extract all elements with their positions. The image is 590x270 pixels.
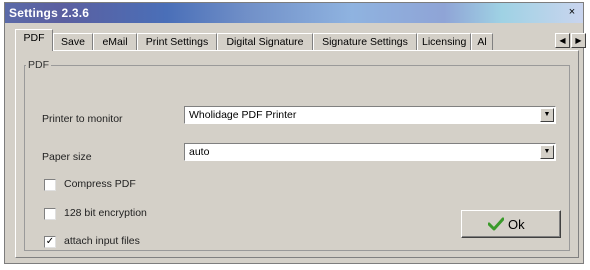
settings-window: Settings 2.3.6 × PDF Save eMail Print Se… — [4, 2, 586, 264]
tab-scroll-right-icon[interactable]: ▶ — [571, 33, 586, 48]
tab-scroll-left-icon[interactable]: ◀ — [555, 33, 570, 48]
printer-value: Wholidage PDF Printer — [189, 109, 297, 121]
chevron-down-icon[interactable]: ▼ — [540, 145, 554, 159]
tab-print-settings[interactable]: Print Settings — [137, 33, 217, 50]
tab-signature-settings[interactable]: Signature Settings — [313, 33, 417, 50]
tab-pdf[interactable]: PDF — [15, 29, 53, 51]
close-icon[interactable]: × — [565, 6, 579, 19]
paper-size-select[interactable]: auto ▼ — [184, 143, 556, 161]
ok-label: Ok — [508, 217, 525, 232]
encryption-label: 128 bit encryption — [64, 207, 147, 219]
tab-licensing[interactable]: Licensing — [417, 33, 471, 50]
tab-save[interactable]: Save — [53, 33, 93, 50]
checkmark-icon — [488, 217, 504, 231]
printer-select[interactable]: Wholidage PDF Printer ▼ — [184, 106, 556, 124]
compress-pdf-label: Compress PDF — [64, 178, 136, 190]
window-title: Settings 2.3.6 — [9, 6, 90, 20]
group-label: PDF — [26, 59, 51, 71]
attach-files-label: attach input files — [64, 235, 140, 247]
encryption-checkbox[interactable] — [44, 208, 56, 220]
tab-al[interactable]: Al — [471, 33, 493, 50]
paper-size-value: auto — [189, 146, 210, 158]
title-bar[interactable]: Settings 2.3.6 × — [5, 3, 583, 23]
attach-files-checkbox[interactable]: ✓ — [44, 236, 56, 248]
tab-strip: PDF Save eMail Print Settings Digital Si… — [15, 29, 586, 51]
chevron-down-icon[interactable]: ▼ — [540, 108, 554, 122]
printer-label: Printer to monitor — [42, 113, 123, 125]
tab-email[interactable]: eMail — [93, 33, 137, 50]
paper-size-label: Paper size — [42, 151, 92, 163]
tab-digital-signature[interactable]: Digital Signature — [217, 33, 313, 50]
ok-button[interactable]: Ok — [461, 210, 561, 238]
compress-pdf-checkbox[interactable] — [44, 179, 56, 191]
